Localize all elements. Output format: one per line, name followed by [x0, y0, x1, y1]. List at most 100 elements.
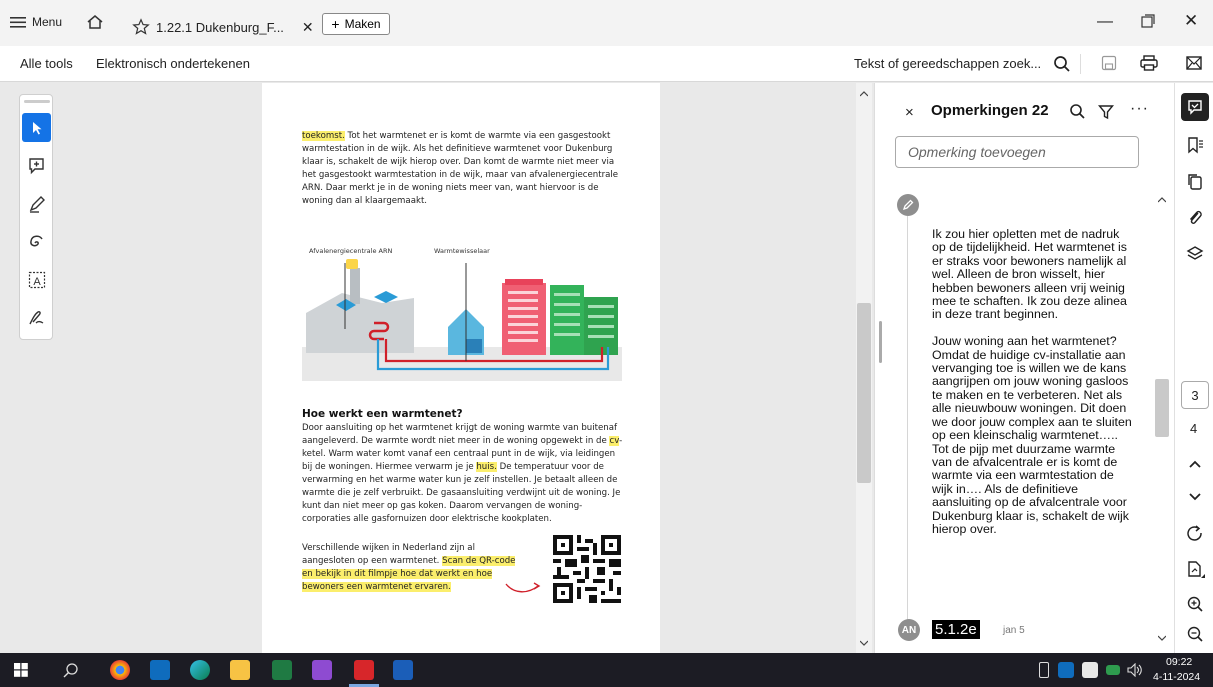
search-button[interactable] — [1053, 55, 1071, 73]
highlight-annotation[interactable]: toekomst. — [302, 131, 345, 141]
menu-button[interactable]: Menu — [10, 15, 62, 29]
panel-resize-handle[interactable] — [879, 321, 882, 363]
comments-scroll-thumb[interactable] — [1155, 379, 1169, 437]
qr-code-image — [553, 535, 621, 603]
comment-body[interactable]: Ik zou hier opletten met de nadruk op de… — [932, 227, 1132, 536]
comments-title: Opmerkingen 22 — [931, 102, 1049, 119]
highlight-annotation-cv[interactable]: cv — [609, 436, 620, 446]
scroll-down-icon[interactable] — [860, 640, 868, 646]
next-comment-reference[interactable]: 5.1.2e — [932, 620, 980, 639]
next-comment-date: jan 5 — [1003, 625, 1025, 636]
home-icon — [87, 15, 103, 29]
intro-text: Tot het warmtenet er is komt de warmte v… — [302, 131, 619, 206]
mail-icon — [1186, 56, 1202, 70]
comments-scrollbar[interactable] — [1155, 191, 1169, 646]
new-tab-button[interactable]: + Maken — [322, 13, 390, 35]
avatar: AN — [898, 619, 920, 641]
print-button[interactable] — [1140, 55, 1158, 71]
search-comments-icon[interactable] — [1069, 103, 1086, 120]
home-button[interactable] — [86, 12, 106, 32]
file-explorer-icon[interactable] — [230, 660, 250, 680]
zoom-in-icon[interactable] — [1187, 596, 1203, 612]
usb-drive-icon[interactable] — [1039, 662, 1049, 678]
total-pages: 4 — [1190, 421, 1198, 436]
main-toolbar: Alle tools Elektronisch ondertekenen Tek… — [0, 46, 1213, 82]
chrome-icon[interactable] — [110, 660, 130, 680]
comments-panel-button[interactable] — [1181, 93, 1209, 121]
menu-label: Menu — [32, 15, 63, 29]
volume-icon[interactable] — [1127, 663, 1143, 677]
acrobat-icon[interactable] — [354, 660, 374, 680]
taskbar-search-icon[interactable] — [63, 662, 79, 678]
comments-scroll-up-icon[interactable] — [1158, 197, 1166, 203]
comment-marker-icon[interactable] — [346, 259, 358, 269]
restore-button[interactable] — [1141, 14, 1155, 28]
close-panel-button[interactable]: × — [905, 104, 914, 121]
star-icon[interactable] — [132, 18, 150, 36]
edge-icon[interactable] — [190, 660, 210, 680]
word-icon[interactable] — [393, 660, 413, 680]
zoom-out-icon[interactable] — [1187, 626, 1203, 642]
attachment-icon[interactable] — [1187, 209, 1203, 227]
copy-pages-icon[interactable] — [1187, 173, 1203, 191]
current-page-field[interactable]: 3 — [1181, 381, 1209, 409]
tray-app-icon[interactable] — [1082, 662, 1098, 678]
sign-tool[interactable] — [22, 303, 51, 332]
palette-grip[interactable] — [24, 100, 50, 103]
previous-page-icon[interactable] — [1189, 460, 1201, 468]
section-paragraph: Door aansluiting op het warmtenet krijgt… — [302, 422, 628, 526]
network-icon[interactable] — [1106, 665, 1120, 675]
document-scrollbar[interactable] — [856, 83, 872, 653]
windows-start-icon[interactable] — [14, 663, 28, 677]
more-options-button[interactable]: ··· — [1130, 100, 1149, 118]
restore-icon — [1141, 14, 1155, 28]
document-tab[interactable]: 1.22.1 Dukenburg_F... ✕ — [122, 8, 314, 46]
minimize-button[interactable]: — — [1097, 13, 1113, 31]
draw-tool[interactable] — [22, 227, 51, 256]
layers-icon[interactable] — [1186, 245, 1204, 263]
pdf-page[interactable]: toekomst. Tot het warmtenet er is komt d… — [262, 83, 660, 653]
close-window-button[interactable]: ✕ — [1184, 11, 1198, 31]
text-box-icon: A — [28, 271, 45, 288]
select-tool[interactable] — [22, 113, 51, 142]
page-tools-icon[interactable] — [1186, 560, 1206, 580]
qr-code[interactable] — [553, 535, 621, 603]
excel-icon[interactable] — [272, 660, 292, 680]
all-tools-menu[interactable]: Alle tools — [20, 56, 73, 71]
save-button[interactable] — [1101, 55, 1117, 71]
plant-label: Afvalenergiecentrale ARN — [309, 247, 393, 255]
tray-outlook-icon[interactable] — [1058, 662, 1074, 678]
clock-date[interactable]: 4-11-2024 — [1153, 671, 1200, 683]
annotation-type-badge — [897, 194, 919, 216]
text-box-tool[interactable]: A — [22, 265, 51, 294]
document-scroll-thumb[interactable] — [857, 303, 871, 483]
bookmarks-icon[interactable] — [1186, 136, 1204, 154]
mail-button[interactable] — [1186, 56, 1202, 70]
curved-arrow-icon — [505, 582, 541, 593]
comments-panel: × Opmerkingen 22 ··· Opmerking toevoegen… — [874, 83, 1174, 653]
print-icon — [1140, 55, 1158, 71]
add-comment-input[interactable]: Opmerking toevoegen — [895, 136, 1139, 168]
comment-plus-icon — [28, 157, 44, 174]
filter-icon[interactable] — [1098, 104, 1114, 120]
quick-tools-palette: A — [19, 94, 53, 340]
rotate-icon[interactable] — [1186, 525, 1204, 543]
outlook-icon[interactable] — [150, 660, 170, 680]
esign-menu[interactable]: Elektronisch ondertekenen — [96, 56, 250, 71]
comments-scroll-down-icon[interactable] — [1158, 635, 1166, 641]
search-icon — [1054, 56, 1070, 72]
clock-time[interactable]: 09:22 — [1166, 656, 1192, 668]
windows-taskbar: 09:22 4-11-2024 — [0, 653, 1213, 687]
next-page-icon[interactable] — [1189, 493, 1201, 501]
highlight-annotation-huis[interactable]: huis. — [476, 462, 497, 472]
add-comment-tool[interactable] — [22, 151, 51, 180]
intro-paragraph: toekomst. Tot het warmtenet er is komt d… — [302, 130, 624, 208]
search-tools-field[interactable]: Tekst of gereedschappen zoek... — [854, 56, 1041, 71]
scroll-up-icon[interactable] — [860, 91, 868, 97]
highlight-tool[interactable] — [22, 189, 51, 218]
editor-app-icon[interactable] — [312, 660, 332, 680]
highlighter-icon — [902, 199, 914, 211]
section-heading: Hoe werkt een warmtenet? — [302, 408, 463, 420]
close-tab-icon[interactable]: ✕ — [302, 19, 314, 36]
section-text-a: Door aansluiting op het warmtenet krijgt… — [302, 423, 618, 446]
